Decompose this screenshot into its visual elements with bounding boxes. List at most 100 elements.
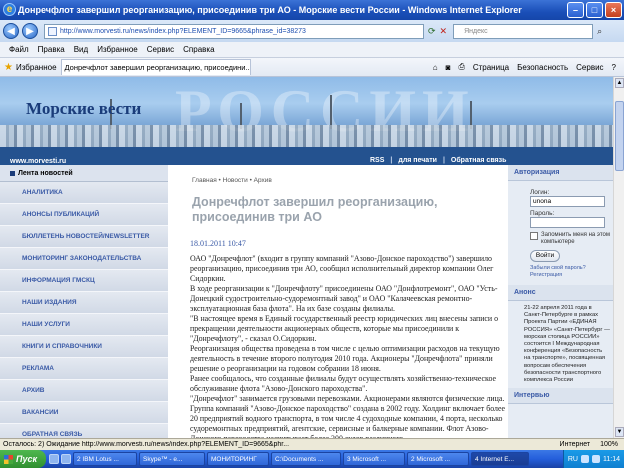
left-sidebar: Лента новостей Аналитика Анонсы публикац… bbox=[0, 165, 168, 446]
quicklaunch-icon[interactable] bbox=[61, 454, 71, 464]
sidebar-item-announcements[interactable]: Анонсы публикаций bbox=[0, 204, 168, 226]
menu-bar: Файл Правка Вид Избранное Сервис Справка bbox=[0, 42, 624, 58]
tray-icon[interactable] bbox=[592, 455, 600, 463]
scroll-thumb[interactable] bbox=[615, 101, 624, 171]
article-title: Донречфлот завершил реорганизацию, присо… bbox=[192, 195, 438, 224]
taskbar-button[interactable]: МОНИТОРИНГ bbox=[207, 452, 269, 466]
favorites-bar: ★ Избранное Донречфлот завершил реоргани… bbox=[0, 58, 624, 77]
article-area: Главная • Новости • Архив Донречфлот зав… bbox=[168, 165, 508, 443]
anons-text[interactable]: 21-22 апреля 2011 года в Санкт-Петербург… bbox=[524, 305, 610, 384]
minimize-icon[interactable]: – bbox=[567, 2, 584, 18]
favorites-star-icon[interactable]: ★ bbox=[4, 62, 13, 73]
sidebar-item-newsletter[interactable]: Бюллетень новостей/Newsletter bbox=[0, 226, 168, 248]
menu-help[interactable]: Справка bbox=[183, 45, 214, 54]
home-icon[interactable]: ⌂ bbox=[433, 63, 438, 72]
taskbar-button[interactable]: 3 Microsoft ... bbox=[343, 452, 405, 466]
remember-me[interactable]: Запомнить меня на этом компьютере bbox=[530, 232, 613, 246]
taskbar: Пуск 2 IBM Lotus ... Skype™ - e... МОНИТ… bbox=[0, 450, 624, 468]
article-body: ОАО "Донречфлот" (входит в группу компан… bbox=[190, 254, 508, 444]
address-bar[interactable]: http://www.morvesti.ru/news/index.php?EL… bbox=[44, 23, 424, 39]
menu-favorites[interactable]: Избранное bbox=[97, 45, 138, 54]
sidebar-item-vacancies[interactable]: Вакансии bbox=[0, 402, 168, 424]
site-url[interactable]: www.morvesti.ru bbox=[10, 158, 66, 165]
stop-icon[interactable]: ✕ bbox=[440, 26, 448, 37]
close-icon[interactable]: × bbox=[605, 2, 622, 18]
page-menu[interactable]: Страница bbox=[473, 63, 509, 72]
menu-edit[interactable]: Правка bbox=[38, 45, 65, 54]
maximize-icon[interactable]: □ bbox=[586, 2, 603, 18]
bullet-icon bbox=[10, 170, 15, 176]
forgot-password-link[interactable]: Забыли свой пароль? bbox=[530, 265, 613, 272]
search-icon[interactable]: ⌕ bbox=[597, 26, 602, 37]
taskbar-button[interactable]: C:\Documents ... bbox=[271, 452, 341, 466]
refresh-icon[interactable]: ⟳ bbox=[428, 26, 436, 37]
top-links: RSS | для печати | Обратная связь bbox=[370, 157, 507, 164]
tray-icon[interactable] bbox=[581, 455, 589, 463]
quick-launch bbox=[49, 454, 71, 464]
internet-zone[interactable]: Интернет bbox=[560, 441, 591, 448]
print-icon[interactable]: ⎙ bbox=[458, 62, 464, 72]
article-date: 18.01.2011 10:47 bbox=[190, 239, 246, 248]
security-menu[interactable]: Безопасность bbox=[517, 63, 568, 72]
address-text: http://www.morvesti.ru/news/index.php?EL… bbox=[60, 27, 306, 35]
forward-button[interactable]: ▶ bbox=[22, 23, 38, 39]
sidebar-item-publications[interactable]: Наши издания bbox=[0, 292, 168, 314]
help-icon[interactable]: ? bbox=[612, 63, 616, 72]
quicklaunch-icon[interactable] bbox=[49, 454, 59, 464]
taskbar-button[interactable]: 2 IBM Lotus ... bbox=[73, 452, 137, 466]
back-button[interactable]: ◀ bbox=[3, 23, 19, 39]
window-title: Донречфлот завершил реорганизацию, присо… bbox=[18, 5, 522, 15]
vertical-scrollbar[interactable]: ▲ ▼ bbox=[613, 77, 624, 438]
sidebar-item-analytics[interactable]: Аналитика bbox=[0, 182, 168, 204]
menu-file[interactable]: Файл bbox=[9, 45, 29, 54]
status-bar: Осталось: 2) Ожидание http://www.morvest… bbox=[0, 438, 624, 450]
article-paragraph: "В настоящее время в Единый государствен… bbox=[190, 314, 499, 343]
tools-menu[interactable]: Сервис bbox=[576, 63, 603, 72]
scroll-down-icon[interactable]: ▼ bbox=[615, 427, 624, 437]
news-feed-link[interactable]: Лента новостей bbox=[18, 170, 73, 177]
menu-tools[interactable]: Сервис bbox=[147, 45, 174, 54]
browser-tab[interactable]: Донречфлот завершил реорганизацию, присо… bbox=[60, 59, 251, 75]
menu-view[interactable]: Вид bbox=[74, 45, 88, 54]
sidebar-item-monitoring[interactable]: Мониторинг законодательства bbox=[0, 248, 168, 270]
status-text: Осталось: 2) Ожидание http://www.morvest… bbox=[3, 441, 290, 448]
login-label: Логин: bbox=[530, 189, 550, 196]
sidebar-item-archive[interactable]: Архив bbox=[0, 380, 168, 402]
tab-title: Донречфлот завершил реорганизацию, присо… bbox=[64, 63, 251, 72]
taskbar-button[interactable]: Skype™ - e... bbox=[139, 452, 205, 466]
password-label: Пароль: bbox=[530, 210, 555, 217]
taskbar-button[interactable]: 2 Microsoft ... bbox=[407, 452, 469, 466]
status-zone: Интернет 100% bbox=[560, 441, 618, 448]
print-link[interactable]: для печати bbox=[398, 157, 437, 164]
feedback-link[interactable]: Обратная связь bbox=[451, 157, 507, 164]
login-button[interactable]: Войти bbox=[530, 250, 560, 262]
breadcrumb[interactable]: Главная • Новости • Архив bbox=[192, 177, 272, 184]
start-button[interactable]: Пуск bbox=[0, 450, 46, 468]
article-paragraph: В ходе реорганизации к "Донречфлоту" при… bbox=[190, 284, 498, 313]
lang-indicator[interactable]: RU bbox=[568, 456, 578, 463]
sidebar-item-services[interactable]: Наши услуги bbox=[0, 314, 168, 336]
sidebar-item-gmskc[interactable]: Информация ГМСКЦ bbox=[0, 270, 168, 292]
login-field[interactable]: unona bbox=[530, 196, 605, 207]
windows-flag-icon bbox=[4, 454, 13, 464]
rss-link[interactable]: RSS bbox=[370, 157, 384, 164]
sidebar-item-ads[interactable]: Реклама bbox=[0, 358, 168, 380]
password-field[interactable] bbox=[530, 217, 605, 228]
window-controls: – □ × bbox=[567, 2, 622, 18]
search-input[interactable]: Яндекс bbox=[453, 23, 594, 39]
command-bar: ⌂ ◙ ⎙ Страница Безопасность Сервис ? bbox=[433, 62, 616, 72]
site-logo[interactable]: Морские вести bbox=[26, 99, 141, 119]
sidebar-item-books[interactable]: Книги и справочники bbox=[0, 336, 168, 358]
sidebar-header: Лента новостей bbox=[0, 165, 168, 182]
register-link[interactable]: Регистрация bbox=[530, 272, 613, 279]
article-paragraph: Ранее сообщалось, что созданные филиалы … bbox=[190, 374, 496, 393]
feeds-icon[interactable]: ◙ bbox=[446, 63, 451, 72]
site-banner: РОССИИ Морские вести www.morvesti.ru RSS… bbox=[0, 77, 613, 165]
favorites-label[interactable]: Избранное bbox=[16, 63, 57, 72]
anons-header: Анонс bbox=[508, 285, 613, 301]
remember-checkbox[interactable] bbox=[530, 232, 538, 240]
scroll-up-icon[interactable]: ▲ bbox=[615, 78, 624, 88]
zoom-level[interactable]: 100% bbox=[600, 441, 618, 448]
window-titlebar: e Донречфлот завершил реорганизацию, при… bbox=[0, 0, 624, 20]
taskbar-button-active[interactable]: 4 Internet E... bbox=[471, 452, 529, 466]
